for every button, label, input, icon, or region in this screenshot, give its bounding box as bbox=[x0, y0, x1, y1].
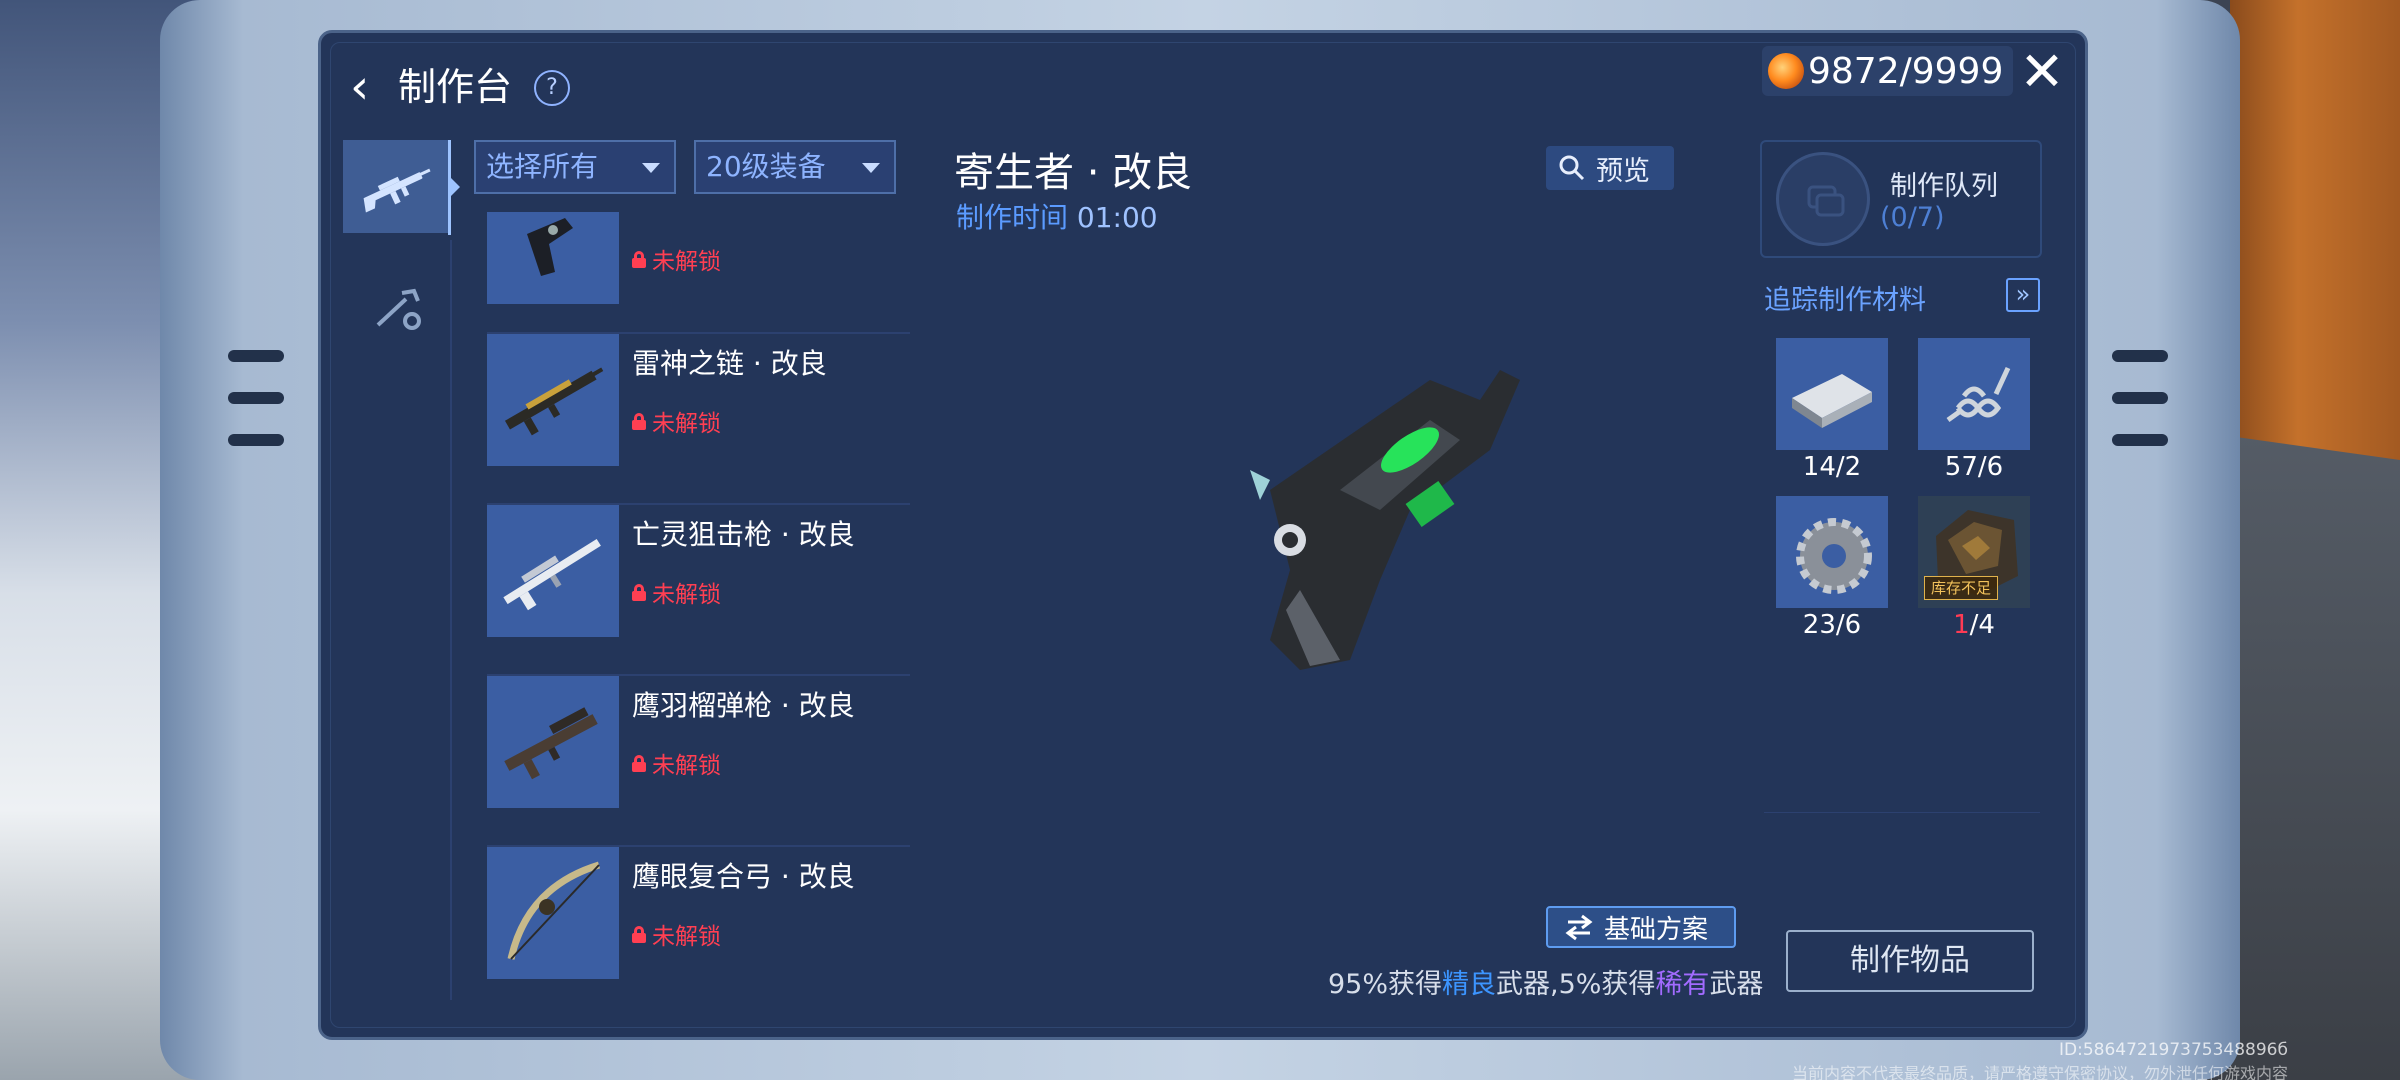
material-have: 1 bbox=[1953, 610, 1970, 640]
item-name: 鹰眼复合弓 · 改良 bbox=[632, 860, 855, 893]
lock-icon bbox=[632, 251, 646, 268]
material-count: 1/4 bbox=[1918, 610, 2030, 640]
ore-icon[interactable]: 库存不足 bbox=[1918, 496, 2030, 608]
frame-vent bbox=[2112, 392, 2168, 404]
spring-icon[interactable] bbox=[1918, 338, 2030, 450]
chance-part: 95%获得 bbox=[1328, 969, 1443, 1000]
basic-plan-label: 基础方案 bbox=[1604, 914, 1709, 945]
currency-display: 9872/9999 bbox=[1762, 46, 2014, 96]
pistol-icon bbox=[487, 212, 619, 304]
track-materials-title: 追踪制作材料 bbox=[1764, 285, 1926, 316]
category-tab-tools[interactable] bbox=[365, 280, 435, 340]
level-filter-select[interactable]: 20级装备 bbox=[694, 140, 896, 194]
item-status-text: 未解锁 bbox=[652, 924, 721, 950]
parasite-pistol-icon bbox=[1230, 340, 1520, 680]
item-status: 未解锁 bbox=[632, 917, 721, 951]
queue-icon bbox=[1776, 152, 1870, 246]
grenade-launcher-icon bbox=[487, 676, 619, 808]
item-status-text: 未解锁 bbox=[652, 753, 721, 779]
material-count: 14/2 bbox=[1802, 452, 1862, 482]
category-pointer bbox=[451, 178, 460, 196]
category-divider bbox=[450, 240, 452, 1000]
swap-icon bbox=[1565, 914, 1593, 941]
craft-queue[interactable]: 制作队列 (0/7) bbox=[1760, 140, 2042, 258]
frame-vent bbox=[228, 392, 284, 404]
craft-time-value: 01:00 bbox=[1076, 201, 1158, 234]
weapon-name: 寄生者 · 改良 bbox=[954, 150, 1193, 196]
user-id: ID:586472197375348896б bbox=[2058, 1040, 2288, 1060]
list-item[interactable]: 鹰眼复合弓 · 改良 未解锁 bbox=[470, 847, 910, 1000]
frame-vent bbox=[2112, 434, 2168, 446]
assault-rifle-icon bbox=[487, 334, 619, 466]
material-count: 57/6 bbox=[1944, 452, 2004, 482]
chance-part: 武器,5%获得 bbox=[1496, 969, 1656, 1000]
item-status: 未解锁 bbox=[632, 404, 721, 438]
item-name: 亡灵狙击枪 · 改良 bbox=[632, 518, 855, 551]
frame-vent bbox=[228, 434, 284, 446]
type-filter-value: 选择所有 bbox=[486, 150, 599, 183]
list-item[interactable]: 亡灵狙击枪 · 改良 未解锁 bbox=[470, 505, 910, 675]
lock-icon bbox=[632, 413, 646, 430]
compound-bow-icon bbox=[487, 847, 619, 979]
list-item[interactable]: 雷神之链 · 改良 未解锁 bbox=[470, 334, 910, 504]
material-count: 23/6 bbox=[1802, 610, 1862, 640]
recipe-list[interactable]: 未解锁 雷神之链 · 改良 未解锁 亡灵狙击枪 · 改良 未解锁 鹰羽榴弹枪 ·… bbox=[470, 212, 910, 1000]
rifle-icon bbox=[363, 168, 431, 213]
frame-vent bbox=[228, 350, 284, 362]
craft-time-label: 制作时间 bbox=[956, 201, 1069, 234]
track-materials-button[interactable]: » bbox=[2006, 278, 2040, 312]
help-icon[interactable]: ? bbox=[534, 70, 570, 106]
frame-vent bbox=[2112, 350, 2168, 362]
item-name: 雷神之链 · 改良 bbox=[632, 347, 827, 380]
sniper-rifle-icon bbox=[487, 505, 619, 637]
close-icon[interactable]: ✕ bbox=[2014, 44, 2070, 100]
material-need: /4 bbox=[1969, 610, 1995, 640]
lock-icon bbox=[632, 755, 646, 772]
level-filter-value: 20级装备 bbox=[706, 150, 826, 183]
list-item[interactable]: 鹰羽榴弹枪 · 改良 未解锁 bbox=[470, 676, 910, 846]
gear-icon[interactable] bbox=[1776, 496, 1888, 608]
stock-shortage-badge: 库存不足 bbox=[1924, 576, 1998, 600]
tools-icon bbox=[376, 288, 421, 330]
confidentiality-notice: 当前内容不代表最终品质，请严格遵守保密协议，勿外泄任何游戏内容 bbox=[1791, 1064, 2288, 1080]
item-status: 未解锁 bbox=[632, 746, 721, 780]
basic-plan-button[interactable]: 基础方案 bbox=[1546, 906, 1736, 948]
lock-icon bbox=[632, 926, 646, 943]
craft-item-button[interactable]: 制作物品 bbox=[1786, 930, 2034, 992]
currency-value: 9872/9999 bbox=[1808, 50, 2004, 92]
energy-coin-icon bbox=[1768, 53, 1804, 89]
type-filter-select[interactable]: 选择所有 bbox=[474, 140, 676, 194]
lock-icon bbox=[632, 584, 646, 601]
item-status-text: 未解锁 bbox=[652, 411, 721, 437]
list-item[interactable]: 未解锁 bbox=[470, 212, 910, 342]
right-divider bbox=[1764, 812, 2040, 813]
search-icon bbox=[1559, 155, 1585, 181]
item-name: 鹰羽榴弹枪 · 改良 bbox=[632, 689, 855, 722]
category-tab-weapons[interactable] bbox=[343, 140, 450, 233]
chance-part: 武器 bbox=[1709, 969, 1764, 1000]
item-status-text: 未解锁 bbox=[652, 249, 721, 275]
metal-plate-icon[interactable] bbox=[1776, 338, 1888, 450]
queue-count: (0/7) bbox=[1880, 202, 1945, 233]
craft-time: 制作时间 01:00 bbox=[956, 196, 1158, 236]
chevron-down-icon bbox=[642, 163, 660, 173]
page-title: 制作台 bbox=[398, 65, 513, 109]
item-status: 未解锁 bbox=[632, 575, 721, 609]
chevron-left-icon[interactable]: ‹ bbox=[350, 62, 390, 112]
preview-button[interactable]: 预览 bbox=[1546, 146, 1674, 190]
quality-chance: 95%获得精良武器,5%获得稀有武器 bbox=[1328, 962, 1763, 1001]
background-crate bbox=[2230, 0, 2400, 460]
quality-rare: 稀有 bbox=[1655, 969, 1710, 1000]
preview-label: 预览 bbox=[1596, 155, 1650, 187]
item-status: 未解锁 bbox=[632, 242, 721, 276]
item-status-text: 未解锁 bbox=[652, 582, 721, 608]
chevron-down-icon bbox=[862, 163, 880, 173]
quality-fine: 精良 bbox=[1442, 969, 1497, 1000]
queue-title: 制作队列 bbox=[1890, 171, 1998, 202]
